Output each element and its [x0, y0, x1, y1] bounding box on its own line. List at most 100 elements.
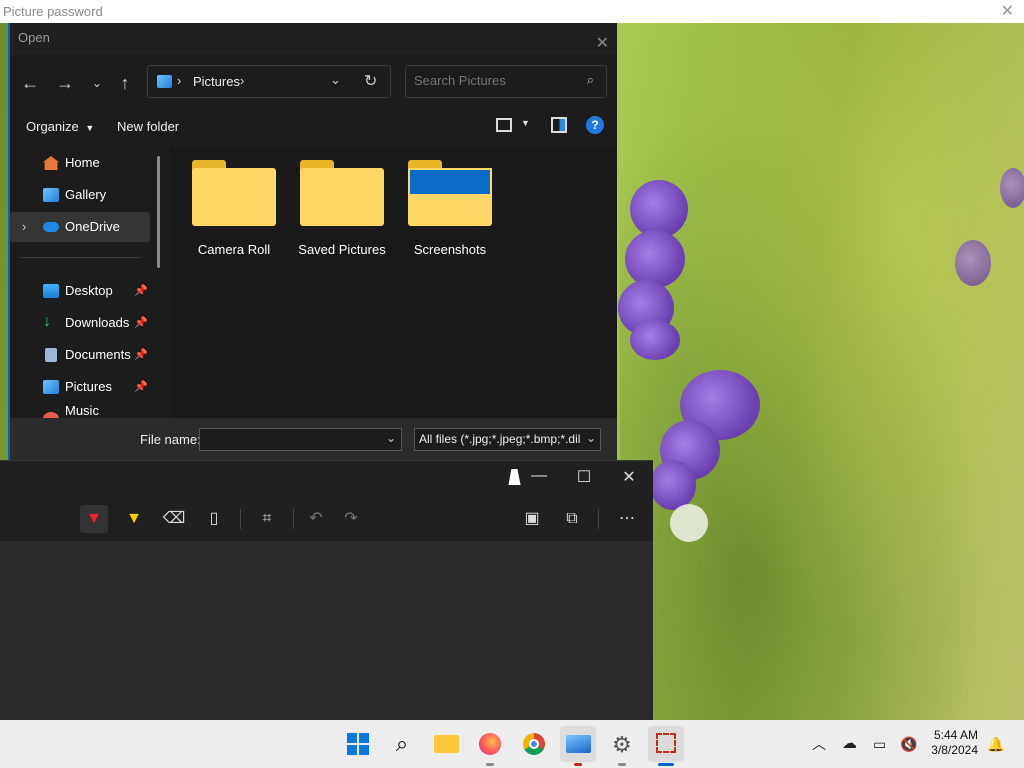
folder-name: Screenshots — [413, 242, 487, 257]
close-icon[interactable]: ✕ — [1001, 0, 1014, 23]
file-explorer-icon[interactable] — [428, 726, 464, 762]
snipping-toolbar: — ☐ ✕ ▼ ▼ ⌫ ▯ ⌗ ↶ ↷ ▣ ⧉ ⋯ — [0, 461, 653, 541]
address-bar[interactable]: › Pictures › ⌄ ↻ — [147, 65, 391, 98]
navigation-bar: ← → ⌄ ↑ › Pictures › ⌄ ↻ ⌕ — [10, 63, 617, 103]
pictures-icon — [157, 75, 172, 88]
preview-pane-icon[interactable] — [551, 117, 567, 133]
up-arrow-icon[interactable]: ↑ — [113, 71, 137, 95]
windows-logo-icon — [347, 733, 369, 755]
sidebar-item-downloads[interactable]: ↓ Downloads 📌 — [10, 308, 150, 338]
search-icon: ⌕ — [586, 72, 594, 87]
network-icon[interactable]: ▭ — [873, 720, 886, 768]
dialog-titlebar: Open ✕ — [10, 23, 617, 55]
breadcrumb-pictures[interactable]: Pictures — [193, 74, 240, 89]
minimize-icon[interactable]: — — [524, 467, 554, 487]
touch-point-indicator — [670, 504, 708, 542]
volume-muted-icon[interactable]: 🔇 — [900, 720, 917, 768]
snipping-tool-window: — ☐ ✕ ▼ ▼ ⌫ ▯ ⌗ ↶ ↷ ▣ ⧉ ⋯ — [0, 460, 653, 721]
folder-icon — [300, 160, 384, 226]
file-name-label: File name: — [140, 432, 201, 447]
sidebar-divider — [20, 257, 141, 258]
breadcrumb-separator-icon: › — [177, 73, 182, 88]
undo-icon[interactable]: ↶ — [302, 505, 330, 533]
onedrive-icon — [43, 222, 59, 232]
file-name-field[interactable]: ⌄ — [199, 428, 402, 451]
sidebar-item-desktop[interactable]: Desktop 📌 — [10, 276, 150, 306]
more-icon[interactable]: ⋯ — [613, 505, 641, 533]
save-icon[interactable]: ▣ — [518, 505, 546, 533]
folder-name: Camera Roll — [197, 242, 271, 257]
sidebar-item-gallery[interactable]: Gallery — [10, 180, 150, 210]
sidebar-item-label: Music — [65, 404, 99, 418]
sidebar-item-label: OneDrive — [65, 219, 120, 234]
settings-icon[interactable]: ⚙ — [604, 726, 640, 766]
help-icon[interactable]: ? — [586, 116, 604, 134]
pictures-icon — [43, 380, 59, 394]
firefox-icon[interactable] — [472, 726, 508, 766]
pin-icon[interactable]: 📌 — [134, 340, 148, 370]
sidebar-item-label: Home — [65, 155, 100, 170]
desktop-icon — [43, 284, 59, 298]
search-icon[interactable]: ⌕ — [384, 726, 420, 762]
chrome-icon[interactable] — [516, 726, 552, 762]
expand-chevron-icon[interactable]: › — [22, 212, 26, 242]
folder-icon — [192, 160, 276, 226]
view-options-icon[interactable] — [496, 118, 512, 132]
eraser-icon[interactable]: ⌫ — [160, 505, 188, 533]
sidebar-item-label: Pictures — [65, 379, 112, 394]
folder-name: Saved Pictures — [298, 242, 386, 257]
snip-canvas[interactable] — [0, 541, 653, 721]
address-dropdown-chevron-icon[interactable]: ⌄ — [330, 72, 341, 88]
snipping-tool-icon[interactable] — [648, 726, 684, 766]
sidebar-item-pictures[interactable]: Pictures 📌 — [10, 372, 150, 402]
folder-item[interactable]: Camera Roll — [184, 160, 284, 270]
home-icon — [43, 156, 59, 170]
breadcrumb-separator-icon: › — [240, 73, 245, 88]
ruler-icon[interactable]: ▯ — [200, 505, 228, 533]
pin-icon[interactable]: 📌 — [134, 276, 148, 306]
sidebar-item-label: Downloads — [65, 315, 130, 330]
sidebar-item-home[interactable]: Home — [10, 148, 150, 178]
close-icon[interactable]: ✕ — [596, 29, 609, 59]
sidebar-scrollbar[interactable] — [157, 156, 160, 268]
new-folder-button[interactable]: New folder — [117, 119, 179, 134]
search-box[interactable]: ⌕ — [405, 65, 607, 98]
copy-icon[interactable]: ⧉ — [558, 505, 586, 533]
highlighter-icon[interactable]: ▼ — [120, 505, 148, 533]
organize-button[interactable]: Organize ▼ — [26, 119, 94, 134]
start-button[interactable] — [340, 726, 376, 762]
view-options-chevron-icon[interactable]: ▼ — [521, 118, 530, 128]
toolbar-divider — [240, 509, 241, 529]
file-type-value: All files (*.jpg;*.jpeg;*.bmp;*.dil — [419, 432, 581, 446]
pin-icon[interactable]: 📌 — [134, 372, 148, 402]
forward-arrow-icon[interactable]: → — [53, 71, 77, 95]
chevron-down-icon: ⌄ — [583, 431, 596, 445]
notification-bell-icon[interactable]: 🔔 — [987, 720, 1004, 768]
folder-item[interactable]: Screenshots — [400, 160, 500, 270]
refresh-icon[interactable]: ↻ — [364, 71, 377, 91]
pin-icon[interactable]: 📌 — [134, 308, 148, 338]
downloads-icon: ↓ — [43, 313, 51, 330]
pen-icon[interactable]: ▼ — [80, 505, 108, 533]
search-input[interactable] — [414, 73, 574, 88]
sidebar-item-label: Documents — [65, 347, 131, 362]
sidebar-item-music[interactable]: Music — [10, 404, 150, 418]
system-clock[interactable]: 5:44 AM 3/8/2024 — [931, 728, 978, 758]
file-type-select[interactable]: All files (*.jpg;*.jpeg;*.bmp;*.dil ⌄ — [414, 428, 601, 451]
sidebar-item-onedrive[interactable]: › OneDrive — [10, 212, 150, 242]
onedrive-offline-icon[interactable]: ☁ — [842, 720, 857, 768]
close-icon[interactable]: ✕ — [614, 467, 644, 487]
show-hidden-icons-chevron-icon[interactable]: ︿ — [812, 720, 826, 768]
back-arrow-icon[interactable]: ← — [18, 71, 42, 95]
photos-icon[interactable] — [560, 726, 596, 766]
dialog-title: Open — [18, 30, 50, 45]
chevron-down-icon[interactable]: ⌄ — [386, 431, 396, 445]
recent-locations-chevron-icon[interactable]: ⌄ — [85, 71, 109, 95]
crop-icon[interactable]: ⌗ — [253, 505, 281, 533]
navigation-pane: Home Gallery › OneDrive Desktop 📌 ↓ Down… — [10, 148, 160, 418]
folder-item[interactable]: Saved Pictures — [292, 160, 392, 270]
sidebar-item-documents[interactable]: Documents 📌 — [10, 340, 150, 370]
redo-icon[interactable]: ↷ — [337, 505, 365, 533]
maximize-icon[interactable]: ☐ — [569, 467, 599, 487]
sidebar-item-label: Desktop — [65, 283, 113, 298]
